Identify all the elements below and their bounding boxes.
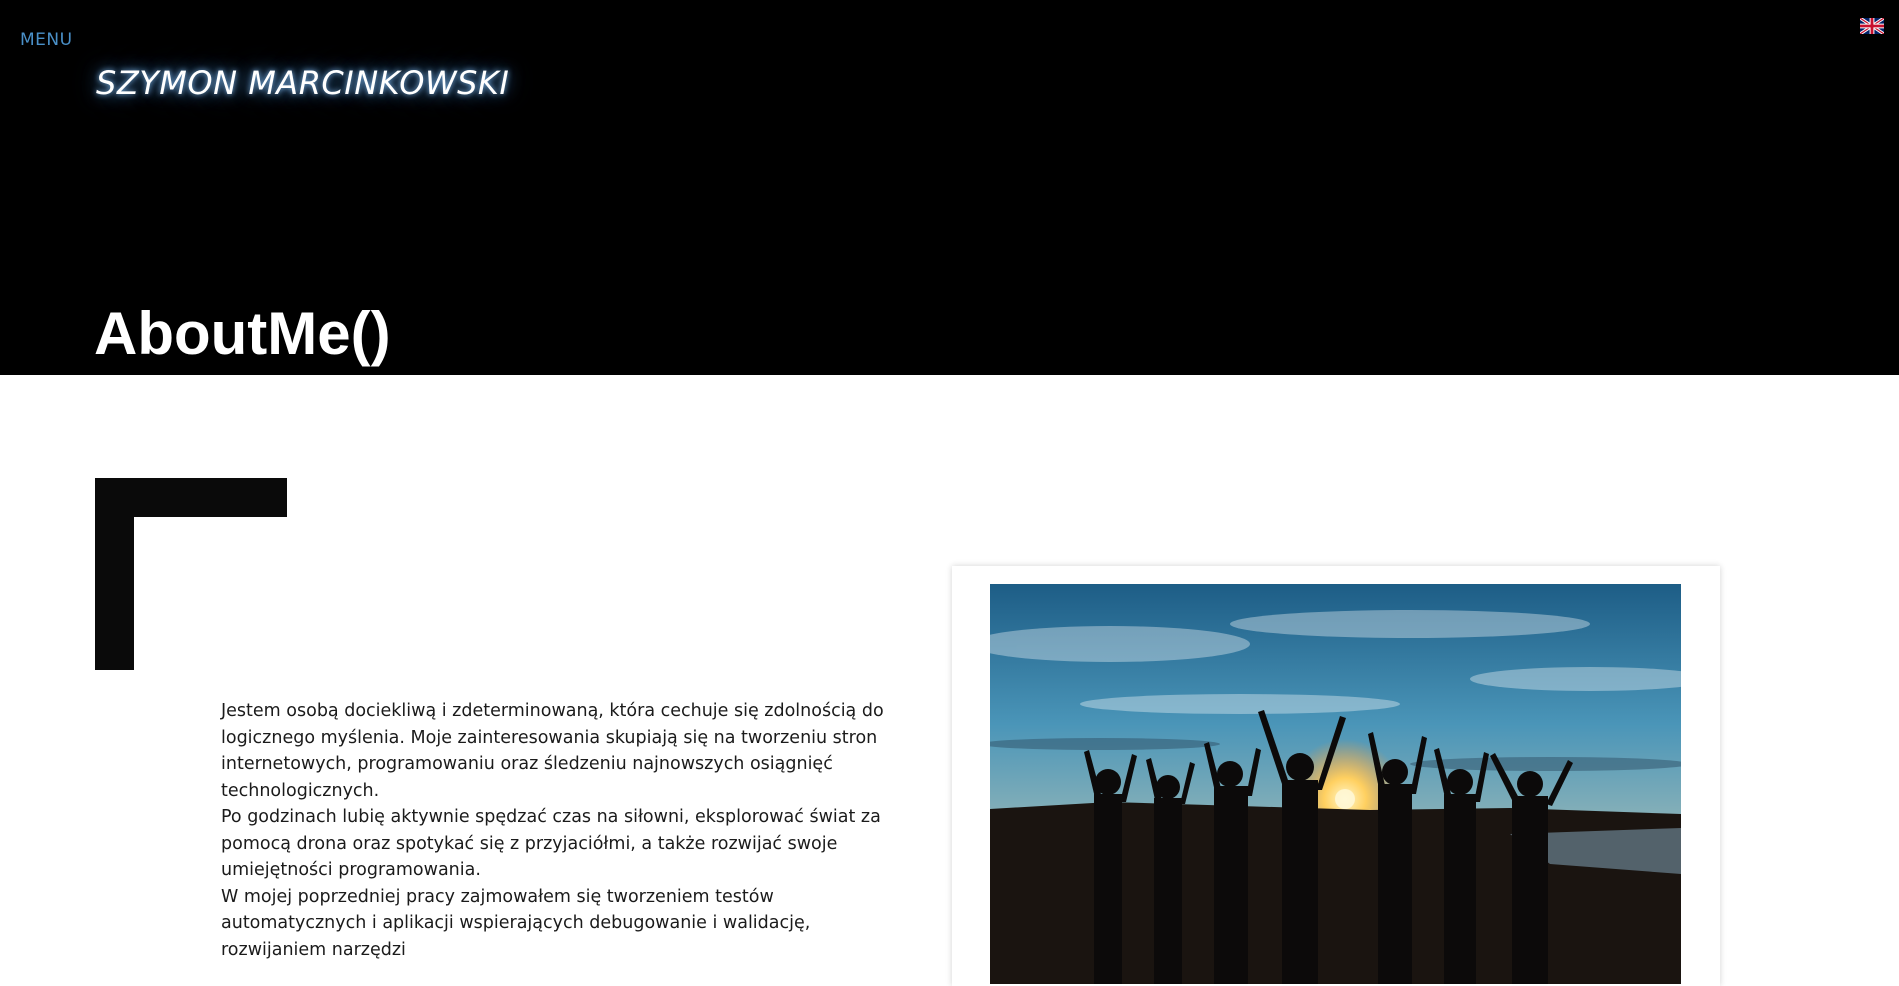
about-paragraph: Jestem osobą dociekliwą i zdeterminowaną…	[221, 701, 884, 801]
about-paragraph: W mojej poprzedniej pracy zajmowałem się…	[221, 886, 811, 960]
photo-card	[952, 566, 1720, 986]
decorative-bracket-left	[95, 478, 134, 670]
site-brand[interactable]: SZYMON MARCINKOWSKI	[96, 64, 509, 102]
about-paragraph: Po godzinach lubię aktywnie spędzać czas…	[221, 807, 881, 880]
page-title: AboutMe()	[94, 300, 391, 367]
sunset-friends-photo	[990, 584, 1681, 984]
menu-button[interactable]: MENU	[20, 30, 73, 50]
about-text: Jestem osobą dociekliwą i zdeterminowaną…	[221, 698, 921, 963]
hero-header: MENU SZYMON MARCINKOWSKI AboutMe()	[0, 0, 1899, 375]
uk-flag-icon[interactable]	[1859, 16, 1885, 36]
